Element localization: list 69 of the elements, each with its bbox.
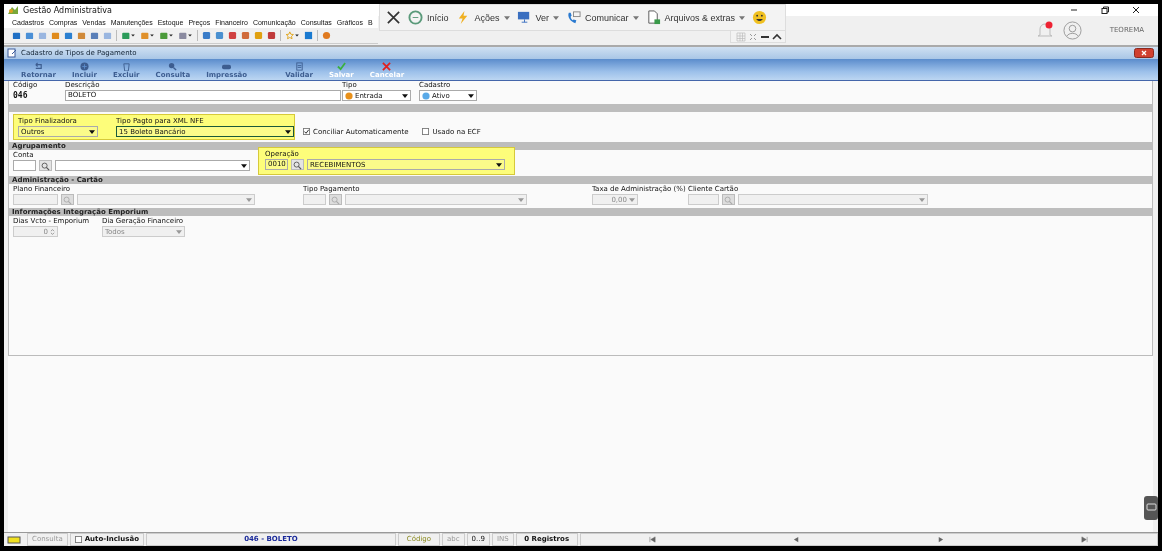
restore-icon[interactable]	[1100, 5, 1110, 15]
app-icon	[7, 5, 19, 15]
window-title: Gestão Administrativa	[23, 5, 112, 15]
remote-toolbar-item[interactable]	[752, 10, 768, 25]
input-field[interactable]	[688, 194, 719, 205]
caret-icon	[919, 197, 925, 202]
checkbox-icon	[422, 128, 430, 135]
phone-icon	[566, 10, 582, 25]
remote-toolbar-item[interactable]: Início	[408, 10, 449, 25]
grid-icon[interactable]	[736, 31, 746, 42]
search-button[interactable]	[291, 159, 304, 170]
caret-icon	[496, 162, 502, 167]
toolbar-icon[interactable]	[140, 31, 155, 40]
input-field[interactable]	[13, 194, 58, 205]
smiley-icon	[752, 10, 768, 25]
file-icon	[645, 10, 661, 25]
input-field[interactable]	[13, 160, 36, 171]
remote-toolbar-item[interactable]: Comunicar	[566, 10, 639, 25]
next-record-icon[interactable]	[936, 536, 946, 543]
search-icon	[293, 161, 302, 170]
user-avatar-icon[interactable]	[1062, 20, 1082, 40]
plus-icon	[78, 62, 90, 71]
remote-toolbar-item[interactable]: Ações	[455, 10, 510, 25]
status-dot-icon	[345, 91, 353, 100]
remote-toolbar-item[interactable]: Ver	[516, 10, 560, 25]
input-field[interactable]	[303, 194, 326, 205]
monitor-icon	[516, 10, 532, 25]
caret-icon	[176, 229, 182, 234]
caret-icon	[402, 93, 408, 98]
last-record-icon[interactable]	[1080, 536, 1090, 543]
chevron-up-icon[interactable]	[772, 31, 782, 42]
close-icon[interactable]	[1131, 5, 1141, 15]
first-record-icon[interactable]	[648, 536, 658, 543]
search-icon	[167, 62, 179, 71]
caret-icon	[246, 197, 252, 202]
caret-icon	[468, 93, 474, 98]
close-icon[interactable]	[1134, 48, 1154, 58]
toolbar-icon[interactable]	[121, 31, 136, 40]
document-icon	[293, 62, 305, 71]
checkmark-icon	[335, 62, 347, 71]
checkbox-icon	[74, 536, 82, 543]
close-icon	[386, 10, 401, 25]
code-value: 046	[13, 90, 29, 100]
search-icon	[331, 196, 340, 205]
checkbox-icon	[303, 128, 310, 135]
toolbar-icon[interactable]	[159, 31, 174, 40]
search-icon	[63, 196, 72, 205]
side-handle-icon[interactable]	[1144, 496, 1158, 520]
caret-icon	[285, 129, 291, 134]
star-icon[interactable]	[285, 31, 300, 40]
form-icon	[7, 48, 17, 58]
caret-icon	[89, 129, 95, 134]
caret-icon	[518, 197, 524, 202]
search-icon	[41, 162, 50, 171]
caret-icon	[241, 163, 247, 168]
search-icon	[724, 196, 733, 205]
trash-icon	[120, 62, 132, 71]
toolbar-icon[interactable]	[178, 31, 193, 40]
search-button[interactable]	[39, 160, 52, 171]
indicator-icon	[7, 535, 21, 544]
circle-icon	[408, 10, 423, 25]
printer-icon	[221, 62, 233, 71]
remote-toolbar-item[interactable]	[386, 10, 401, 25]
caret-icon	[629, 197, 635, 202]
cross-icon	[381, 62, 393, 71]
dropdown[interactable]	[55, 160, 250, 171]
remote-toolbar-item[interactable]: Arquivos & extras	[645, 10, 746, 25]
status-dot-icon	[422, 91, 430, 100]
spinner-arrows-icon	[50, 227, 55, 236]
